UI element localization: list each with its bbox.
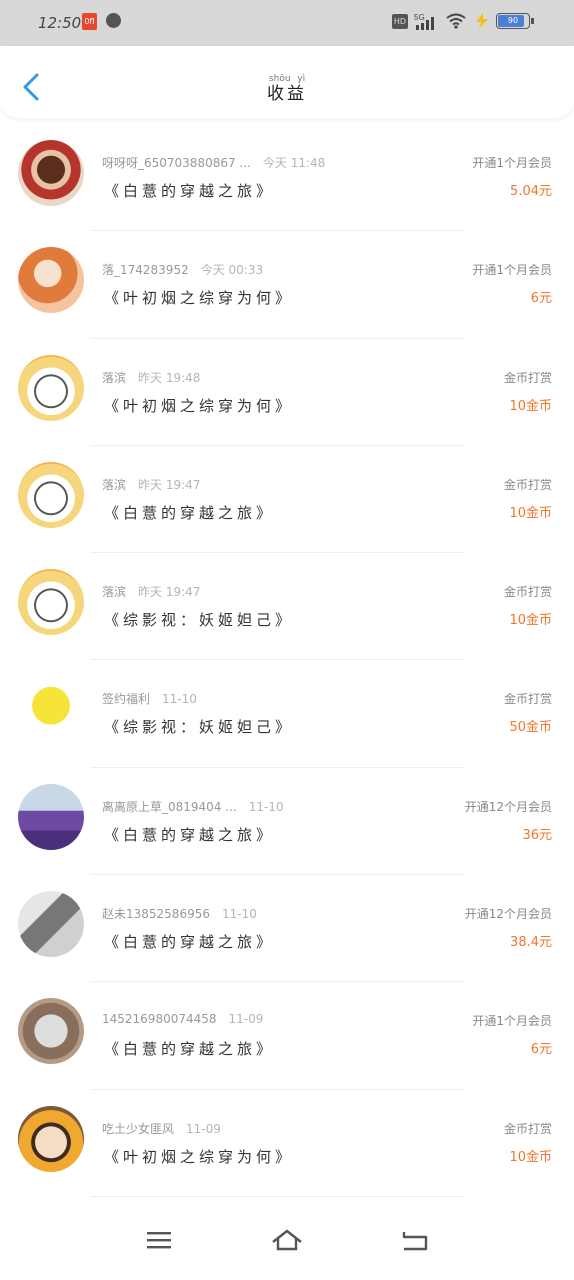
battery-icon: 90 (496, 13, 530, 29)
item-amount: 6元 (530, 291, 552, 307)
item-time: 昨天 19:47 (138, 585, 201, 600)
gauge-icon (106, 13, 121, 28)
item-user-name: 落滨 昨天 19:47 (102, 585, 201, 600)
item-earning-type: 金币打赏 (503, 1121, 552, 1136)
item-amount: 10金币 (509, 505, 552, 521)
item-time: 今天 00:33 (200, 263, 264, 278)
list-item[interactable]: 落滨 昨天 19:47 《综影视：妖姬妲己》 金币打赏 10金币 (0, 553, 574, 661)
item-book-title: 《叶初烟之综穿为何》 (104, 289, 295, 308)
item-amount: 5.04元 (510, 184, 552, 199)
hd-icon: HD (392, 14, 408, 29)
item-amount: 10金币 (509, 1149, 552, 1165)
earnings-list: 呀呀呀_650703880867 ... 今天 11:48 《白薏的穿越之旅》 开… (0, 124, 574, 1198)
item-amount: 38.4元 (510, 935, 552, 951)
item-book-title: 《白薏的穿越之旅》 (104, 1040, 276, 1059)
avatar (18, 1105, 84, 1172)
item-book-title: 《综影视：妖姬妲己》 (104, 718, 295, 737)
avatar (18, 676, 84, 743)
item-time: 昨天 19:48 (138, 370, 201, 385)
item-earning-type: 金币打赏 (503, 370, 552, 385)
avatar (18, 783, 84, 850)
avatar (18, 891, 84, 958)
item-book-title: 《白薏的穿越之旅》 (104, 182, 276, 200)
list-item[interactable]: 吃土少女匪风 11-09 《叶初烟之综穿为何》 金币打赏 10金币 (0, 1090, 574, 1198)
item-user-name: 145216980074458 11-09 (102, 1012, 264, 1027)
page-title: 收益shōu yì (267, 74, 307, 104)
item-user-name: 落滨 昨天 19:48 (102, 370, 201, 385)
avatar (18, 461, 84, 528)
item-book-title: 《叶初烟之综穿为何》 (104, 396, 295, 415)
list-item[interactable]: 签约福利 11-10 《综影视：妖姬妲己》 金币打赏 50金币 (0, 660, 574, 769)
item-time: 今天 11:48 (262, 156, 326, 170)
item-book-title: 《白薏的穿越之旅》 (104, 825, 276, 844)
item-amount: 50金币 (509, 720, 552, 736)
list-item[interactable]: 落_174283952 今天 00:33 《叶初烟之综穿为何》 开通1个月会员 6… (0, 231, 574, 339)
item-user-name: 签约福利 11-10 (102, 692, 197, 707)
item-time: 11-10 (248, 799, 284, 814)
item-book-title: 《白薏的穿越之旅》 (104, 503, 276, 522)
list-item[interactable]: 赵未13852586956 11-10 《白薏的穿越之旅》 开通12个月会员 38… (0, 875, 574, 983)
menu-icon[interactable] (146, 1229, 172, 1251)
list-item[interactable]: 落滨 昨天 19:47 《白薏的穿越之旅》 金币打赏 10金币 (0, 446, 574, 554)
avatar (18, 247, 84, 314)
list-item[interactable]: 落滨 昨天 19:48 《叶初烟之综穿为何》 金币打赏 10金币 (0, 339, 574, 447)
home-icon[interactable] (271, 1229, 303, 1253)
avatar (18, 140, 84, 206)
avatar (18, 998, 84, 1065)
signal-icon: 5G (414, 13, 434, 30)
wifi-icon (446, 13, 466, 29)
item-earning-type: 开通1个月会员 (472, 156, 552, 170)
item-amount: 10金币 (509, 398, 552, 414)
item-time: 昨天 19:47 (138, 477, 201, 492)
item-earning-type: 金币打赏 (503, 692, 552, 707)
item-amount: 10金币 (509, 613, 552, 629)
item-earning-type: 开通12个月会员 (464, 907, 552, 922)
item-time: 11-10 (162, 692, 197, 707)
item-user-name: 落滨 昨天 19:47 (102, 477, 201, 492)
list-item[interactable]: 离离原上草_0819404 ... 11-10 《白薏的穿越之旅》 开通12个月会… (0, 768, 574, 876)
item-earning-type: 金币打赏 (503, 585, 552, 600)
back-icon[interactable] (400, 1229, 430, 1253)
app-icon: 0fl (82, 13, 97, 30)
avatar (18, 569, 84, 636)
item-book-title: 《白薏的穿越之旅》 (104, 933, 276, 952)
item-time: 11-09 (228, 1012, 264, 1027)
item-user-name: 落_174283952 今天 00:33 (102, 263, 264, 278)
item-time: 11-09 (186, 1121, 221, 1136)
item-earning-type: 开通1个月会员 (472, 1014, 552, 1029)
item-earning-type: 金币打赏 (503, 477, 552, 492)
item-earning-type: 开通12个月会员 (464, 799, 552, 814)
avatar (18, 354, 84, 421)
list-item[interactable]: 145216980074458 11-09 《白薏的穿越之旅》 开通1个月会员 6… (0, 982, 574, 1090)
item-amount: 36元 (522, 827, 552, 843)
item-user-name: 离离原上草_0819404 ... 11-10 (102, 799, 284, 814)
item-user-name: 赵未13852586956 11-10 (102, 907, 257, 922)
nav-bar (0, 1205, 574, 1280)
item-time: 11-10 (221, 907, 257, 922)
item-user-name: 吃土少女匪风 11-09 (102, 1121, 221, 1136)
item-earning-type: 开通1个月会员 (472, 263, 552, 278)
svg-text:5G: 5G (414, 13, 425, 22)
item-book-title: 《叶初烟之综穿为何》 (104, 1147, 295, 1166)
status-bar: 12:50 0fl HD 5G 90 (0, 0, 574, 46)
list-item[interactable]: 呀呀呀_650703880867 ... 今天 11:48 《白薏的穿越之旅》 开… (0, 124, 574, 232)
status-time: 12:50 (38, 14, 82, 32)
item-user-name: 呀呀呀_650703880867 ... 今天 11:48 (102, 156, 326, 170)
item-amount: 6元 (530, 1042, 552, 1058)
item-book-title: 《综影视：妖姬妲己》 (104, 611, 295, 630)
charge-icon (476, 13, 488, 29)
header: 收益shōu yì (0, 46, 574, 118)
